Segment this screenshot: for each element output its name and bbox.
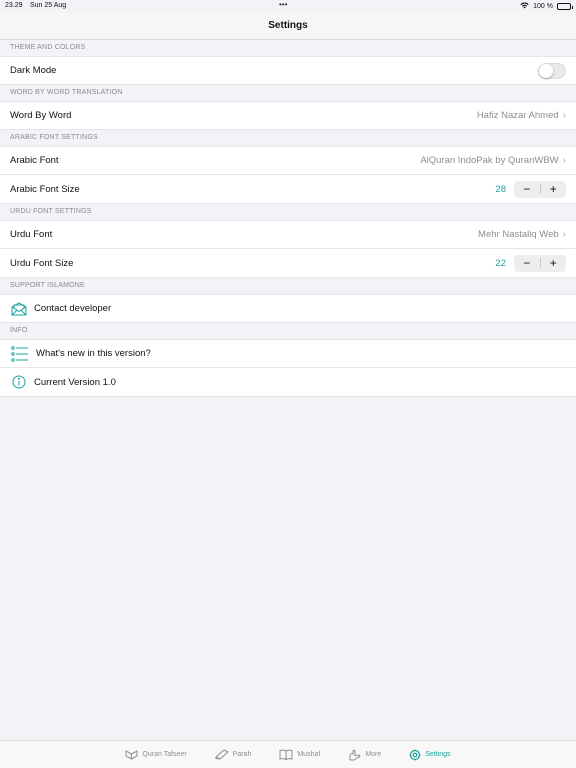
navigation-bar: Settings [0, 12, 576, 40]
chevron-right-icon: › [562, 110, 566, 121]
word-by-word-value: Hafiz Nazar Ahmed [476, 110, 559, 121]
contact-developer-label: Contact developer [34, 303, 112, 314]
arabic-font-label: Arabic Font [10, 155, 59, 166]
tab-more[interactable]: More [334, 741, 395, 768]
section-header-wbw: WORD BY WORD TRANSLATION [0, 85, 576, 101]
settings-list: THEME AND COLORS Dark Mode WORD BY WORD … [0, 40, 576, 397]
section-header-theme: THEME AND COLORS [0, 40, 576, 56]
page-title: Settings [268, 20, 308, 31]
mail-icon [10, 300, 28, 318]
multitasking-dots[interactable]: ••• [279, 0, 287, 9]
decrement-button[interactable]: − [514, 181, 540, 198]
tab-label: Parah [232, 751, 252, 758]
dark-mode-row: Dark Mode [0, 56, 576, 85]
arabic-font-size-value: 28 [495, 183, 506, 195]
arabic-font-value: AlQuran IndoPak by QuranWBW [420, 155, 559, 166]
word-by-word-row[interactable]: Word By Word Hafiz Nazar Ahmed › [0, 101, 576, 130]
urdu-font-value: Mehr Nastaliq Web [478, 229, 559, 240]
section-header-urdu: URDU FONT SETTINGS [0, 204, 576, 220]
tab-quran-tafseer[interactable]: Quran Tafseer [111, 741, 200, 768]
wifi-icon [520, 2, 529, 11]
current-version-row: Current Version 1.0 [0, 368, 576, 397]
urdu-font-size-label: Urdu Font Size [10, 257, 74, 269]
gear-icon [409, 749, 421, 761]
increment-button[interactable]: + [541, 181, 567, 198]
urdu-font-size-value: 22 [495, 257, 506, 269]
chevron-right-icon: › [562, 155, 566, 166]
list-icon [10, 345, 30, 363]
info-icon [10, 373, 28, 391]
section-header-support: SUPPORT ISLAMONE [0, 278, 576, 294]
tab-mushaf[interactable]: Mushaf [265, 741, 334, 768]
status-date: Sun 25 Aug [30, 2, 67, 9]
arabic-font-size-row: Arabic Font Size 28 − + [0, 175, 576, 204]
arabic-font-size-label: Arabic Font Size [10, 183, 80, 195]
urdu-font-size-stepper: − + [514, 254, 567, 272]
whats-new-label: What's new in this version? [36, 348, 151, 359]
chevron-right-icon: › [562, 229, 566, 240]
dark-mode-toggle[interactable] [538, 62, 566, 79]
word-by-word-label: Word By Word [10, 110, 72, 121]
tab-label: More [365, 751, 382, 758]
status-time: 23.29 [5, 2, 23, 9]
decrement-button[interactable]: − [514, 255, 540, 272]
open-book-icon [279, 749, 293, 760]
dark-mode-label: Dark Mode [10, 65, 57, 76]
battery-icon [557, 3, 573, 10]
tab-label: Mushaf [297, 751, 321, 758]
urdu-font-label: Urdu Font [10, 229, 53, 240]
book-icon [214, 749, 229, 760]
quran-stand-icon [125, 749, 138, 760]
section-header-arabic: ARABIC FONT SETTINGS [0, 130, 576, 146]
tab-settings[interactable]: Settings [395, 741, 464, 768]
status-bar: 23.29 Sun 25 Aug ••• 100 % [0, 0, 576, 12]
hands-icon [348, 749, 361, 761]
arabic-font-size-stepper: − + [514, 180, 567, 198]
urdu-font-row[interactable]: Urdu Font Mehr Nastaliq Web › [0, 220, 576, 249]
section-header-info: INFO [0, 323, 576, 339]
whats-new-row[interactable]: What's new in this version? [0, 339, 576, 368]
arabic-font-row[interactable]: Arabic Font AlQuran IndoPak by QuranWBW … [0, 146, 576, 175]
tab-bar: Quran Tafseer Parah Mushaf More Settings [0, 740, 576, 768]
tab-parah[interactable]: Parah [201, 741, 266, 768]
urdu-font-size-row: Urdu Font Size 22 − + [0, 249, 576, 278]
tab-label: Quran Tafseer [142, 751, 187, 758]
increment-button[interactable]: + [541, 255, 567, 272]
tab-label: Settings [425, 751, 451, 758]
toggle-knob [539, 63, 553, 78]
status-right: 100 % [520, 2, 573, 11]
contact-developer-row[interactable]: Contact developer [0, 294, 576, 323]
current-version-label: Current Version 1.0 [34, 376, 116, 388]
battery-percentage: 100 % [533, 3, 553, 10]
